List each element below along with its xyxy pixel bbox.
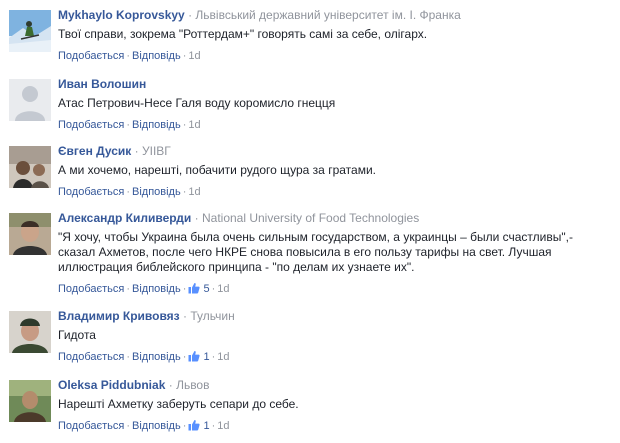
- reply-button[interactable]: Відповідь: [132, 119, 181, 131]
- thumbs-up-icon: [188, 351, 200, 362]
- author-name[interactable]: Oleksa Piddubniak: [58, 378, 165, 392]
- author-affiliation: National University of Food Technologies: [201, 211, 420, 225]
- like-count[interactable]: 1: [188, 420, 210, 432]
- like-button[interactable]: Подобається: [58, 50, 124, 62]
- comment-text: "Я хочу, чтобы Украина была очень сильны…: [58, 230, 610, 275]
- comment-actions: Подобається · Відповідь · 5 · 1d: [58, 282, 610, 296]
- comment-text: Гидота: [58, 328, 96, 342]
- author-name[interactable]: Александр Киливерди: [58, 211, 191, 225]
- reply-button[interactable]: Відповідь: [132, 283, 181, 295]
- comment-text-line: иллюстрация библейского принципа - "по д…: [58, 260, 415, 274]
- comment-actions: Подобається · Відповідь · 1d: [58, 185, 610, 199]
- avatar-skier-image: [9, 10, 51, 52]
- separator-dot: ·: [126, 351, 130, 363]
- like-button[interactable]: Подобається: [58, 119, 124, 131]
- separator-dot: ·: [182, 309, 187, 323]
- like-count[interactable]: 5: [188, 283, 210, 295]
- comment-text-line: сказал Ахметов, после чего НКРЕ снова по…: [58, 245, 552, 259]
- avatar-photo-image: [9, 380, 51, 422]
- comment-text: Нарешті Ахметку заберуть сепари до себе.: [58, 397, 299, 411]
- reply-button[interactable]: Відповідь: [132, 351, 181, 363]
- avatar-photo-image: [9, 146, 51, 188]
- timestamp[interactable]: 1d: [188, 50, 200, 62]
- thumbs-up-icon: [188, 283, 200, 294]
- author-name[interactable]: Иван Волошин: [58, 77, 146, 91]
- timestamp[interactable]: 1d: [217, 420, 229, 432]
- author-affiliation: УІІВГ: [141, 144, 171, 158]
- comment-actions: Подобається · Відповідь · 1d: [58, 49, 610, 63]
- like-button[interactable]: Подобається: [58, 420, 124, 432]
- like-button[interactable]: Подобається: [58, 283, 124, 295]
- like-count-value: 5: [203, 283, 210, 295]
- avatar[interactable]: [9, 380, 51, 422]
- comment-text: Атас Петрович-Несе Галя воду коромисло г…: [58, 96, 336, 110]
- reply-button[interactable]: Відповідь: [132, 50, 181, 62]
- avatar[interactable]: [9, 213, 51, 255]
- separator-dot: ·: [126, 186, 130, 198]
- comment-text: А ми хочемо, нарешті, побачити рудого щу…: [58, 163, 376, 177]
- reply-button[interactable]: Відповідь: [132, 186, 181, 198]
- like-button[interactable]: Подобається: [58, 351, 124, 363]
- like-count[interactable]: 1: [188, 351, 210, 363]
- separator-dot: ·: [188, 8, 193, 22]
- separator-dot: ·: [126, 420, 130, 432]
- avatar-photo-image: [9, 311, 51, 353]
- author-name[interactable]: Mykhaylo Koprovskyy: [58, 8, 185, 22]
- comment-actions: Подобається · Відповідь · 1 · 1d: [58, 350, 610, 364]
- comment-actions: Подобається · Відповідь · 1d: [58, 118, 610, 132]
- comment-text: Твої справи, зокрема "Роттердам+" говоря…: [58, 27, 428, 41]
- separator-dot: ·: [134, 144, 139, 158]
- comment-actions: Подобається · Відповідь · 1 · 1d: [58, 419, 610, 433]
- separator-dot: ·: [126, 50, 130, 62]
- author-affiliation: Львов: [176, 378, 210, 392]
- separator-dot: ·: [126, 119, 130, 131]
- avatar[interactable]: [9, 10, 51, 52]
- like-count-value: 1: [203, 351, 210, 363]
- separator-dot: ·: [194, 211, 199, 225]
- thumbs-up-icon: [188, 420, 200, 431]
- timestamp[interactable]: 1d: [188, 186, 200, 198]
- author-affiliation: Львівський державний університет ім. І. …: [195, 8, 461, 22]
- like-count-value: 1: [203, 420, 210, 432]
- default-avatar-icon: [9, 79, 51, 121]
- like-button[interactable]: Подобається: [58, 186, 124, 198]
- timestamp[interactable]: 1d: [188, 119, 200, 131]
- separator-dot: ·: [168, 378, 173, 392]
- timestamp[interactable]: 1d: [217, 283, 229, 295]
- avatar[interactable]: [9, 146, 51, 188]
- author-name[interactable]: Владимир Кривовяз: [58, 309, 180, 323]
- comment-text-line: "Я хочу, чтобы Украина была очень сильны…: [58, 230, 573, 244]
- author-affiliation: Тульчин: [190, 309, 235, 323]
- reply-button[interactable]: Відповідь: [132, 420, 181, 432]
- author-name[interactable]: Євген Дусик: [58, 144, 131, 158]
- timestamp[interactable]: 1d: [217, 351, 229, 363]
- avatar[interactable]: [9, 311, 51, 353]
- avatar[interactable]: [9, 79, 51, 121]
- separator-dot: ·: [126, 283, 130, 295]
- avatar-photo-image: [9, 213, 51, 255]
